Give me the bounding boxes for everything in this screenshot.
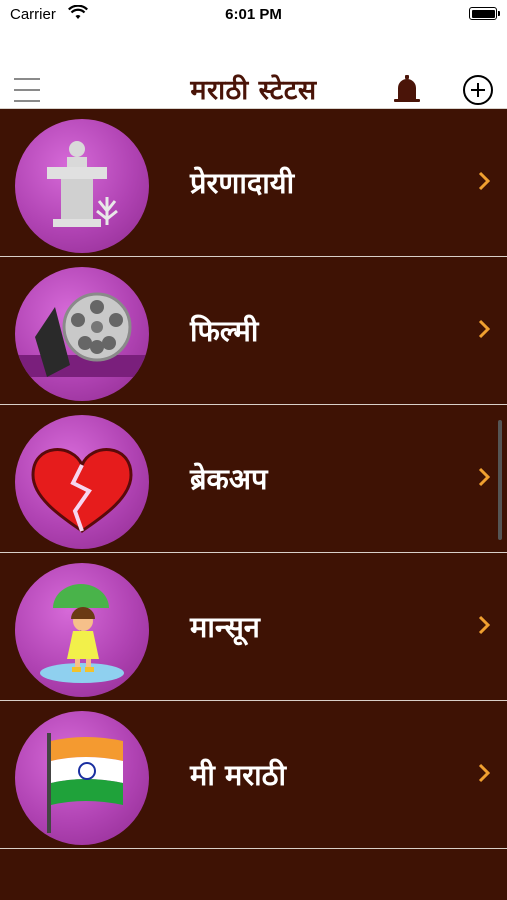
india-flag-icon <box>15 711 149 845</box>
category-label: मान्सून <box>190 610 260 644</box>
category-label: ब्रेकअप <box>190 462 268 496</box>
broken-heart-icon <box>15 415 149 549</box>
category-label: फिल्मी <box>190 314 259 348</box>
battery-icon <box>469 7 500 20</box>
status-bar: Carrier 6:01 PM <box>0 0 507 34</box>
chevron-right-icon <box>478 171 490 191</box>
nav-bar: मराठी स्टेटस <box>0 34 507 109</box>
chevron-right-icon <box>478 467 490 487</box>
list-item[interactable]: प्रेरणादायी <box>0 109 507 257</box>
chevron-right-icon <box>478 319 490 339</box>
category-label: मी मराठी <box>190 758 287 792</box>
umbrella-girl-icon <box>15 563 149 697</box>
list-item[interactable]: मी मराठी <box>0 701 507 849</box>
chevron-right-icon <box>478 615 490 635</box>
clock: 6:01 PM <box>225 6 282 23</box>
category-list: प्रेरणादायी फिल्मी ब्रेकअप मान्सून मी मर… <box>0 109 507 849</box>
page-title: मराठी स्टेटस <box>190 75 317 106</box>
scrollbar[interactable] <box>498 420 502 540</box>
chevron-right-icon <box>478 763 490 783</box>
podium-icon <box>15 119 149 253</box>
list-item[interactable]: मान्सून <box>0 553 507 701</box>
list-item[interactable]: ब्रेकअप <box>0 405 507 553</box>
film-reel-icon <box>15 267 149 401</box>
category-label: प्रेरणादायी <box>190 166 295 200</box>
add-button[interactable] <box>463 75 493 105</box>
bell-icon[interactable] <box>393 74 421 106</box>
list-item[interactable]: फिल्मी <box>0 257 507 405</box>
